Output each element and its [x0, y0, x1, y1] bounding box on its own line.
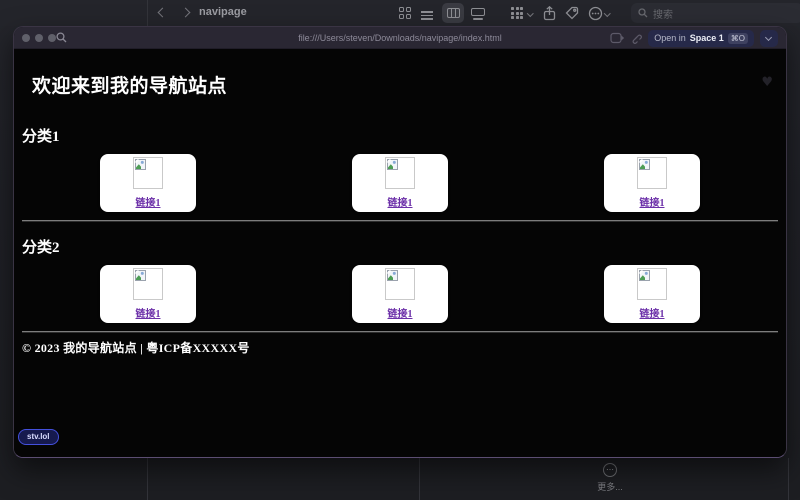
forward-icon[interactable] — [180, 7, 194, 19]
browser-titlebar: file:///Users/steven/Downloads/navipage/… — [14, 27, 786, 49]
card-link[interactable]: 链接1 — [136, 194, 161, 209]
more-actions-icon[interactable] — [587, 5, 603, 21]
open-in-label: Open in — [654, 33, 686, 43]
more-actions-chevron-icon[interactable] — [604, 10, 611, 17]
section-title: 分类1 — [22, 129, 60, 145]
section-divider — [22, 331, 778, 333]
tag-icon[interactable] — [564, 5, 580, 21]
open-in-window-icon[interactable] — [610, 32, 625, 44]
share-icon[interactable] — [541, 5, 557, 21]
more-ellipsis-icon: ⋯ — [603, 463, 617, 477]
link-card: 链接1 — [352, 265, 448, 323]
broken-image-icon — [385, 268, 415, 300]
broken-image-icon — [133, 157, 163, 189]
link-card: 链接1 — [352, 154, 448, 212]
group-by-chevron-icon[interactable] — [527, 10, 534, 17]
column-divider — [788, 458, 789, 500]
broken-image-icon — [637, 157, 667, 189]
card-link[interactable]: 链接1 — [640, 305, 665, 320]
page-title: 欢迎来到我的导航站点 — [32, 76, 228, 97]
sidebar-divider — [147, 0, 148, 26]
card-link[interactable]: 链接1 — [388, 305, 413, 320]
search-placeholder: 搜索 — [653, 9, 673, 21]
link-card: 链接1 — [100, 154, 196, 212]
link-card: 链接1 — [604, 154, 700, 212]
card-row: 链接1 链接1 链接1 — [22, 265, 778, 323]
section-divider — [22, 220, 778, 222]
more-label: 更多... — [597, 482, 623, 492]
section-title: 分类2 — [22, 240, 60, 256]
gallery-view-icon[interactable] — [470, 5, 486, 21]
open-in-space-button[interactable]: Open in Space 1 ⌘O — [648, 29, 754, 47]
page-footer: © 2023 我的导航站点 | 粤ICP备XXXXX号 — [22, 341, 250, 355]
list-view-icon[interactable] — [421, 5, 437, 21]
column-view-icon[interactable] — [445, 5, 461, 21]
link-card: 链接1 — [604, 265, 700, 323]
broken-image-icon — [385, 157, 415, 189]
card-link[interactable]: 链接1 — [640, 194, 665, 209]
heart-icon[interactable]: ♥ — [761, 75, 773, 90]
link-card: 链接1 — [100, 265, 196, 323]
finder-desktop: navipage 搜索 ⋯ 更多... file:///Users/steven… — [0, 0, 800, 500]
nav-page: 欢迎来到我的导航站点 ♥ 分类1 链接1 链接1 链接1 分类2 链接1 链接1… — [14, 49, 786, 457]
icon-view-icon[interactable] — [397, 5, 413, 21]
broken-image-icon — [133, 268, 163, 300]
shortcut-badge: ⌘O — [727, 32, 748, 44]
card-link[interactable]: 链接1 — [388, 194, 413, 209]
back-icon[interactable] — [156, 7, 168, 19]
group-by-icon[interactable] — [509, 5, 525, 21]
browser-window: file:///Users/steven/Downloads/navipage/… — [13, 26, 787, 458]
column-divider — [419, 458, 420, 500]
finder-more-quick-action[interactable]: ⋯ 更多... — [575, 463, 645, 493]
card-link[interactable]: 链接1 — [136, 305, 161, 320]
site-badge[interactable]: stv.lol — [18, 429, 59, 445]
finder-columns-background: ⋯ 更多... — [0, 458, 800, 500]
window-title: navipage — [199, 6, 247, 18]
column-divider — [147, 458, 148, 500]
card-row: 链接1 链接1 链接1 — [22, 154, 778, 212]
broken-image-icon — [637, 268, 667, 300]
finder-toolbar: navipage 搜索 — [0, 0, 800, 26]
search-icon — [638, 8, 648, 18]
space-name: Space 1 — [689, 33, 724, 43]
search-input[interactable]: 搜索 — [631, 3, 800, 23]
copy-link-icon[interactable] — [630, 32, 643, 44]
open-options-chevron-icon[interactable] — [760, 29, 778, 47]
